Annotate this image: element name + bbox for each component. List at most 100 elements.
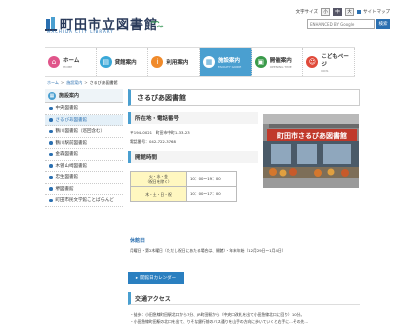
sidebar-item-label: 金森図書館 [55,152,79,158]
sidebar-item-label: 木曽山崎図書館 [55,163,88,169]
bullet-icon [357,10,361,14]
utility-bar: 文字サイズ 小 中 大 サイトマップ [296,8,390,16]
search-button[interactable]: 検索 [376,19,390,29]
breadcrumb-current: さるびあ図書館 [89,80,118,85]
library-photo: 町田市さるびあ図書館 [263,114,359,188]
table-row: 木・土・日・祝 10：00～17：00 [130,186,237,202]
postal-address: 〒194-0021 町田市中町1-33-23 [130,130,190,135]
sidebar-item-label: 鶴川図書館（巡回含む） [55,129,106,135]
nav-label: 開催案内 [269,57,292,64]
calendar-button-label: 開館日カレンダー [140,276,177,281]
facility-icon: ▦ [48,91,56,100]
main-content: さるびあ図書館 所在地・電話番号 〒194-0021 町田市中町1-33-23 … [128,89,360,324]
nav-item-rental[interactable]: ▤ 貸館案内 [96,48,149,76]
bullet-icon [49,164,53,168]
calendar-icon: ▣ [254,56,267,68]
sidebar-item-tsurukawa-station[interactable]: 鶴川駅前図書館 [45,138,123,149]
bullet-icon [49,106,53,110]
sidebar-item-label: 堺図書館 [55,186,74,192]
nav-item-opening[interactable]: ▣ 開催案内 OPENING TIME [251,48,304,76]
font-size-small-button[interactable]: 小 [321,8,330,16]
hours-heading: 開館時間 [128,151,258,163]
breadcrumb-home[interactable]: ホーム [47,80,59,86]
sidebar-item-salvia[interactable]: さるびあ図書館 [45,114,123,126]
font-size-large-button[interactable]: 大 [345,8,354,16]
breadcrumb-separator: > [60,80,65,85]
address-section: 所在地・電話番号 〒194-0021 町田市中町1-33-23 電話番号：042… [128,112,258,202]
address-heading: 所在地・電話番号 [128,112,258,124]
bullet-icon [49,187,53,191]
home-icon: ⌂ [48,56,60,68]
closed-text: 月曜日・第2木曜日（ただし祝日にあたる場合は、開館）・年末年始（12月29日～1… [130,248,286,253]
breadcrumb: ホーム > 施設案内 > さるびあ図書館 [47,80,118,86]
photo-sign-text: 町田市さるびあ図書館 [277,131,347,140]
sidebar-item-kanamori[interactable]: 金森図書館 [45,149,123,161]
hours-day: 木・土・日・祝 [130,186,187,202]
nav-label: 貸館案内 [114,59,137,66]
sitemap-link[interactable]: サイトマップ [357,9,390,15]
bullet-icon [49,141,53,145]
bullet-icon [49,175,53,179]
hours-time: 10：00～19：00 [186,171,237,187]
bullet-icon [49,129,53,133]
nav-label: 施設案内 [218,57,241,64]
kids-icon: ☺ [306,56,319,68]
sitemap-label: サイトマップ [363,10,390,15]
logo-subtitle: MACHIDA CITY LIBRARY [47,29,114,34]
bird-decoration-icon [150,14,164,33]
calendar-button[interactable]: ▸ 開館日カレンダー [128,272,184,284]
sidebar-item-sakai[interactable]: 堺図書館 [45,184,123,195]
closed-days-section: 休館日 月曜日・第2木曜日（ただし祝日にあたる場合は、開館）・年末年始（12月2… [128,237,360,254]
breadcrumb-separator: > [84,80,88,85]
nav-item-usage[interactable]: i 利用案内 [148,48,201,76]
nav-item-facility[interactable]: ▦ 施設案内 FACILITY GUIDE [200,48,252,76]
sidebar-item-label: 中央図書館 [55,106,79,112]
nav-label: ホーム [63,57,80,64]
nav-sublabel: FACILITY GUIDE [218,64,242,69]
phone-number: 電話番号：042-722-3768 [130,139,176,144]
closed-heading: 休館日 [130,238,146,244]
hours-time: 10：00～17：00 [186,186,237,202]
table-row: 火・水・金 （祝日を除く） 10：00～19：00 [130,171,237,187]
sidebar-item-label: 鶴川駅前図書館 [55,140,88,146]
nav-label: 利用案内 [166,59,189,66]
facility-icon: ▦ [203,56,216,68]
sidebar-item-literature-museum[interactable]: 町田市民文学館ことばらんど [45,195,123,207]
sidebar-item-tsurukawa[interactable]: 鶴川図書館（巡回含む） [45,126,123,138]
sidebar-item-label: 町田市民文学館ことばらんど [55,198,114,204]
calendar-icon: ▸ [135,275,139,281]
traffic-text: ・徒歩：小田急線町田駅北口から7分、JR町田駅から（中央口改札を出て小田急線北口… [130,311,358,325]
search-input[interactable]: ENHANCED BY Google [307,19,375,29]
sidebar-item-central[interactable]: 中央図書館 [45,103,123,115]
sidebar-item-label: さるびあ図書館 [55,117,88,123]
nav-sublabel: HOME [63,64,73,69]
traffic-heading: 交通アクセス [128,292,360,305]
nav-label: こどもページ [321,53,349,68]
book-icon: ▤ [99,56,112,68]
breadcrumb-facility[interactable]: 施設案内 [66,80,82,86]
hours-day: 火・水・金 （祝日を除く） [130,171,187,187]
site-header: 町田市立図書館 MACHIDA CITY LIBRARY 文字サイズ 小 中 大… [0,0,400,45]
sidebar: ▦ 施設案内 中央図書館 さるびあ図書館 鶴川図書館（巡回含む） 鶴川駅前図書館… [45,89,123,207]
nav-sublabel: KIDS [321,68,329,73]
nav-sublabel: OPENING TIME [269,64,292,69]
bullet-icon [49,118,53,122]
font-size-medium-button[interactable]: 中 [333,8,342,16]
sidebar-item-tadao[interactable]: 忠生図書館 [45,172,123,184]
page-title: さるびあ図書館 [128,89,360,106]
sidebar-item-kisoyamazaki[interactable]: 木曽山崎図書館 [45,161,123,172]
font-size-label: 文字サイズ [295,10,318,15]
sidebar-item-label: 忠生図書館 [55,175,79,181]
nav-item-home[interactable]: ⌂ ホーム HOME [45,48,97,76]
site-search: ENHANCED BY Google 検索 [307,19,390,29]
bullet-icon [49,198,53,202]
sidebar-heading: ▦ 施設案内 [45,89,123,103]
info-icon: i [151,56,164,68]
traffic-line: ・徒歩：小田急線町田駅北口から7分、JR町田駅から（中央口改札を出て小田急線北口… [130,312,305,317]
traffic-line: ・小田急線町田駅の北口を出て、りそな銀行前のバス通りを山手の方向に歩いていくと右… [130,319,309,324]
hours-table: 火・水・金 （祝日を除く） 10：00～19：00 木・土・日・祝 10：00～… [130,171,237,202]
sidebar-heading-label: 施設案内 [59,93,80,99]
bullet-icon [49,152,53,156]
global-nav: ⌂ ホーム HOME ▤ 貸館案内 i 利用案内 ▦ 施設案内 FACILITY G… [45,47,356,77]
nav-item-kids[interactable]: ☺ こどもページ KIDS [303,48,356,76]
